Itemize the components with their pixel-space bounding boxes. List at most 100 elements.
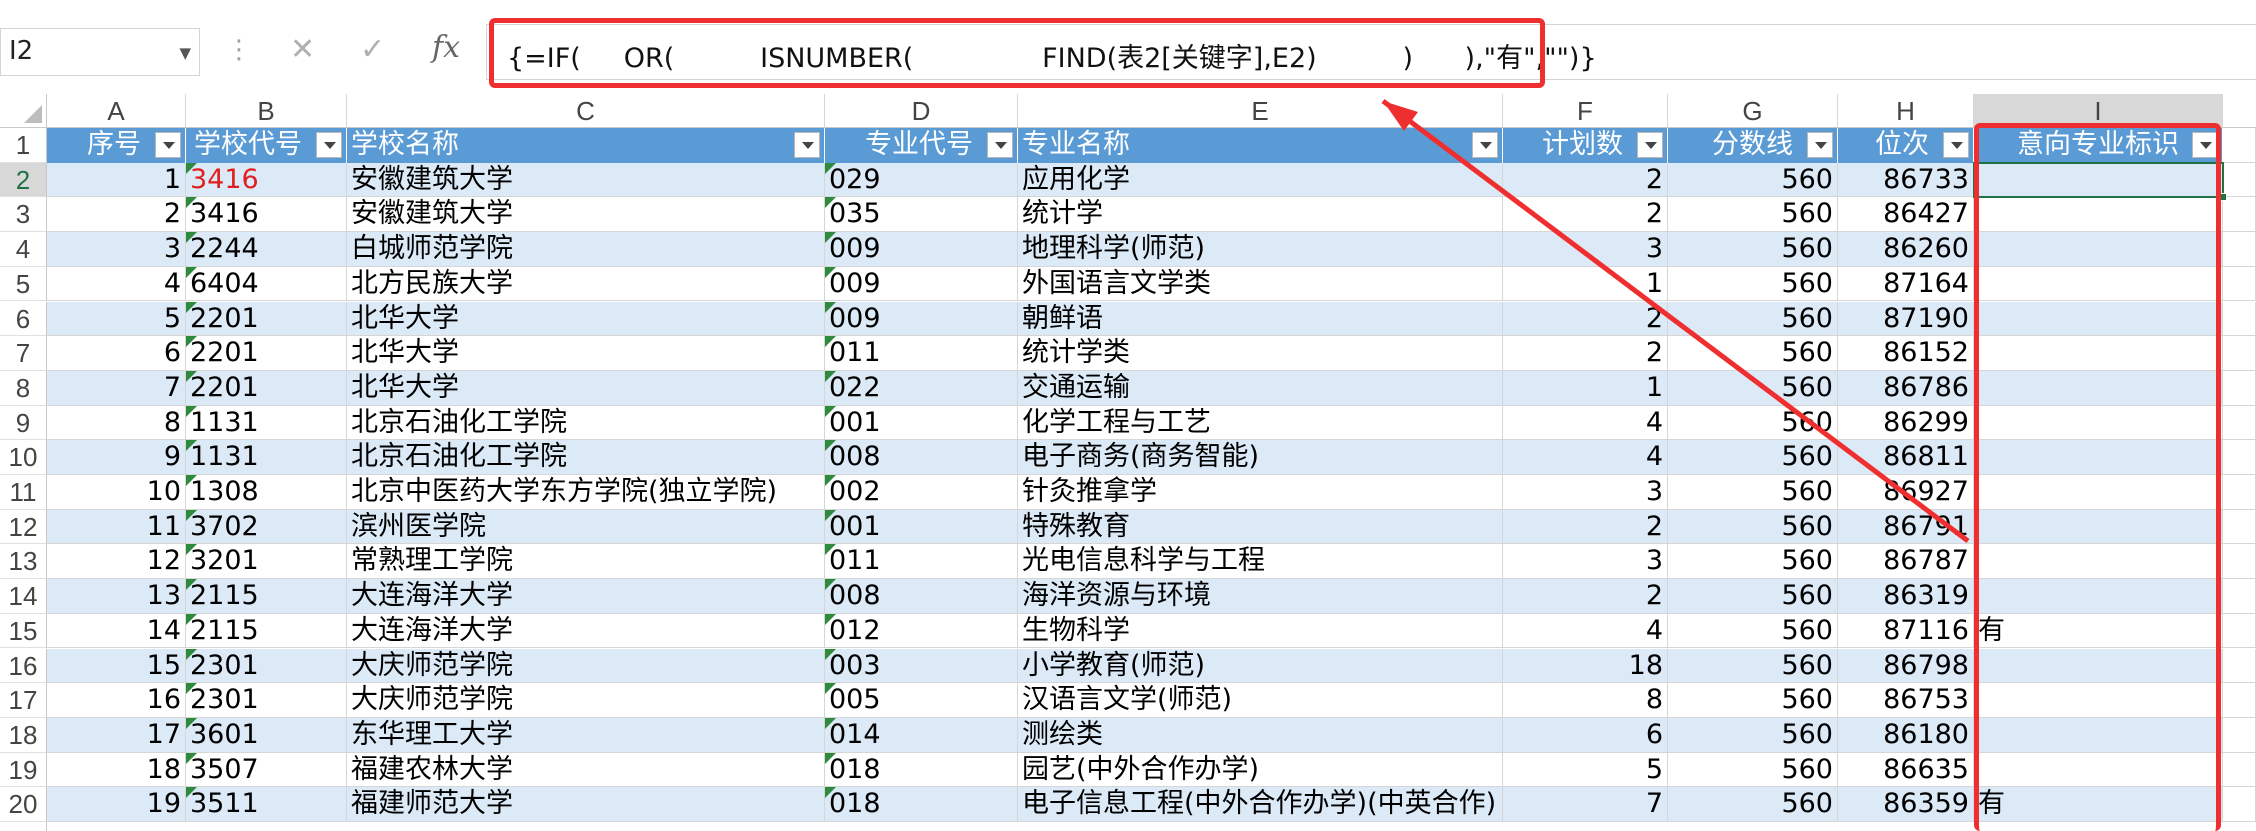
spreadsheet-grid[interactable]: A B C D E F G H I 1 序号 学校代号 学校名称 专业代号 专业名称 计划数 分数线 位次 意向专业… xyxy=(0,94,2256,831)
cell-h14[interactable]: 86319 xyxy=(1838,579,1974,614)
filter-dropdown-icon[interactable] xyxy=(1472,132,1498,158)
chevron-down-icon[interactable]: ▼ xyxy=(179,44,191,62)
cell-f19[interactable]: 5 xyxy=(1503,752,1668,788)
cell-a4[interactable]: 3 xyxy=(47,232,186,267)
cell-c7[interactable]: 北华大学 xyxy=(347,336,825,371)
filter-dropdown-icon[interactable] xyxy=(155,132,181,158)
row-header-15[interactable]: 15 xyxy=(0,613,47,649)
cell-a19[interactable]: 18 xyxy=(47,752,186,788)
filler-cell[interactable] xyxy=(2223,787,2256,822)
cell-c3[interactable]: 安徽建筑大学 xyxy=(347,197,825,233)
filler-cell[interactable] xyxy=(2223,544,2256,580)
table-header-c[interactable]: 学校名称 xyxy=(347,128,825,163)
filler-cell[interactable] xyxy=(2223,717,2256,753)
table-header-a[interactable]: 序号 xyxy=(47,128,186,163)
cell-f6[interactable]: 2 xyxy=(1503,301,1668,337)
cell-c4[interactable]: 白城师范学院 xyxy=(347,232,825,267)
cell-g15[interactable]: 560 xyxy=(1668,613,1838,649)
cell-h4[interactable]: 86260 xyxy=(1838,232,1974,267)
row-header-8[interactable]: 8 xyxy=(0,370,47,406)
cell-d17[interactable]: 005 xyxy=(825,683,1018,718)
cell-g16[interactable]: 560 xyxy=(1668,648,1838,684)
cell-b19[interactable]: 3507 xyxy=(186,752,347,788)
cell-g2[interactable]: 560 xyxy=(1668,162,1838,198)
cell-e11[interactable]: 针灸推拿学 xyxy=(1018,475,1503,510)
cell-c6[interactable]: 北华大学 xyxy=(347,301,825,337)
cell-c11[interactable]: 北京中医药大学东方学院(独立学院) xyxy=(347,475,825,510)
column-header-g[interactable]: G xyxy=(1668,94,1838,128)
cell-b9[interactable]: 1131 xyxy=(186,405,347,441)
filler-cell[interactable] xyxy=(2223,405,2256,441)
cell-b17[interactable]: 2301 xyxy=(186,683,347,718)
select-all-corner[interactable] xyxy=(0,94,47,128)
cell-e9[interactable]: 化学工程与工艺 xyxy=(1018,405,1503,441)
cell-a11[interactable]: 10 xyxy=(47,475,186,510)
cell-g3[interactable]: 560 xyxy=(1668,197,1838,233)
filler-cell[interactable] xyxy=(2223,266,2256,302)
cell-f14[interactable]: 2 xyxy=(1503,579,1668,614)
cell-d14[interactable]: 008 xyxy=(825,579,1018,614)
cell-a10[interactable]: 9 xyxy=(47,440,186,475)
cell-e12[interactable]: 特殊教育 xyxy=(1018,509,1503,545)
cell-a5[interactable]: 4 xyxy=(47,266,186,302)
column-header-f[interactable]: F xyxy=(1503,94,1668,128)
cell-d3[interactable]: 035 xyxy=(825,197,1018,233)
cell-h9[interactable]: 86299 xyxy=(1838,405,1974,441)
filler-cell[interactable] xyxy=(2223,752,2256,788)
filler-cell[interactable] xyxy=(2223,370,2256,406)
cell-e8[interactable]: 交通运输 xyxy=(1018,370,1503,406)
cell-f11[interactable]: 3 xyxy=(1503,475,1668,510)
cell-f13[interactable]: 3 xyxy=(1503,544,1668,580)
filler-cell[interactable] xyxy=(2223,475,2256,510)
cell-a12[interactable]: 11 xyxy=(47,509,186,545)
cell-a8[interactable]: 7 xyxy=(47,370,186,406)
cell-c14[interactable]: 大连海洋大学 xyxy=(347,579,825,614)
cell-g20[interactable]: 560 xyxy=(1668,787,1838,822)
cell-h19[interactable]: 86635 xyxy=(1838,752,1974,788)
table-header-g[interactable]: 分数线 xyxy=(1668,128,1838,163)
row-header-13[interactable]: 13 xyxy=(0,544,47,580)
cell-f18[interactable]: 6 xyxy=(1503,717,1668,753)
cell-b14[interactable]: 2115 xyxy=(186,579,347,614)
cell-b2[interactable]: 3416 xyxy=(186,162,347,198)
cell-d16[interactable]: 003 xyxy=(825,648,1018,684)
cell-h17[interactable]: 86753 xyxy=(1838,683,1974,718)
cell-a6[interactable]: 5 xyxy=(47,301,186,337)
cell-d15[interactable]: 012 xyxy=(825,613,1018,649)
cell-g14[interactable]: 560 xyxy=(1668,579,1838,614)
cell-c5[interactable]: 北方民族大学 xyxy=(347,266,825,302)
cell-h10[interactable]: 86811 xyxy=(1838,440,1974,475)
cell-g6[interactable]: 560 xyxy=(1668,301,1838,337)
cell-b11[interactable]: 1308 xyxy=(186,475,347,510)
filler-cell[interactable] xyxy=(2223,440,2256,475)
cell-e7[interactable]: 统计学类 xyxy=(1018,336,1503,371)
cell-g11[interactable]: 560 xyxy=(1668,475,1838,510)
column-header-h[interactable]: H xyxy=(1838,94,1974,128)
row-header-6[interactable]: 6 xyxy=(0,301,47,337)
cell-e14[interactable]: 海洋资源与环境 xyxy=(1018,579,1503,614)
cell-c9[interactable]: 北京石油化工学院 xyxy=(347,405,825,441)
table-header-e[interactable]: 专业名称 xyxy=(1018,128,1503,163)
cell-e15[interactable]: 生物科学 xyxy=(1018,613,1503,649)
row-header-11[interactable]: 11 xyxy=(0,475,47,510)
cell-f3[interactable]: 2 xyxy=(1503,197,1668,233)
cell-b18[interactable]: 3601 xyxy=(186,717,347,753)
row-header-1[interactable]: 1 xyxy=(0,128,47,163)
cell-e17[interactable]: 汉语言文学(师范) xyxy=(1018,683,1503,718)
cell-a2[interactable]: 1 xyxy=(47,162,186,198)
filler-cell[interactable] xyxy=(2223,336,2256,371)
cancel-icon[interactable]: ✕ xyxy=(290,30,315,70)
cell-f16[interactable]: 18 xyxy=(1503,648,1668,684)
cell-b5[interactable]: 6404 xyxy=(186,266,347,302)
cell-f7[interactable]: 2 xyxy=(1503,336,1668,371)
cell-d9[interactable]: 001 xyxy=(825,405,1018,441)
cell-h15[interactable]: 87116 xyxy=(1838,613,1974,649)
cell-c12[interactable]: 滨州医学院 xyxy=(347,509,825,545)
filler-cell[interactable] xyxy=(2223,579,2256,614)
row-header-12[interactable]: 12 xyxy=(0,509,47,545)
cell-d19[interactable]: 018 xyxy=(825,752,1018,788)
cell-b20[interactable]: 3511 xyxy=(186,787,347,822)
cell-f12[interactable]: 2 xyxy=(1503,509,1668,545)
table-header-b[interactable]: 学校代号 xyxy=(186,128,347,163)
row-header-14[interactable]: 14 xyxy=(0,579,47,614)
